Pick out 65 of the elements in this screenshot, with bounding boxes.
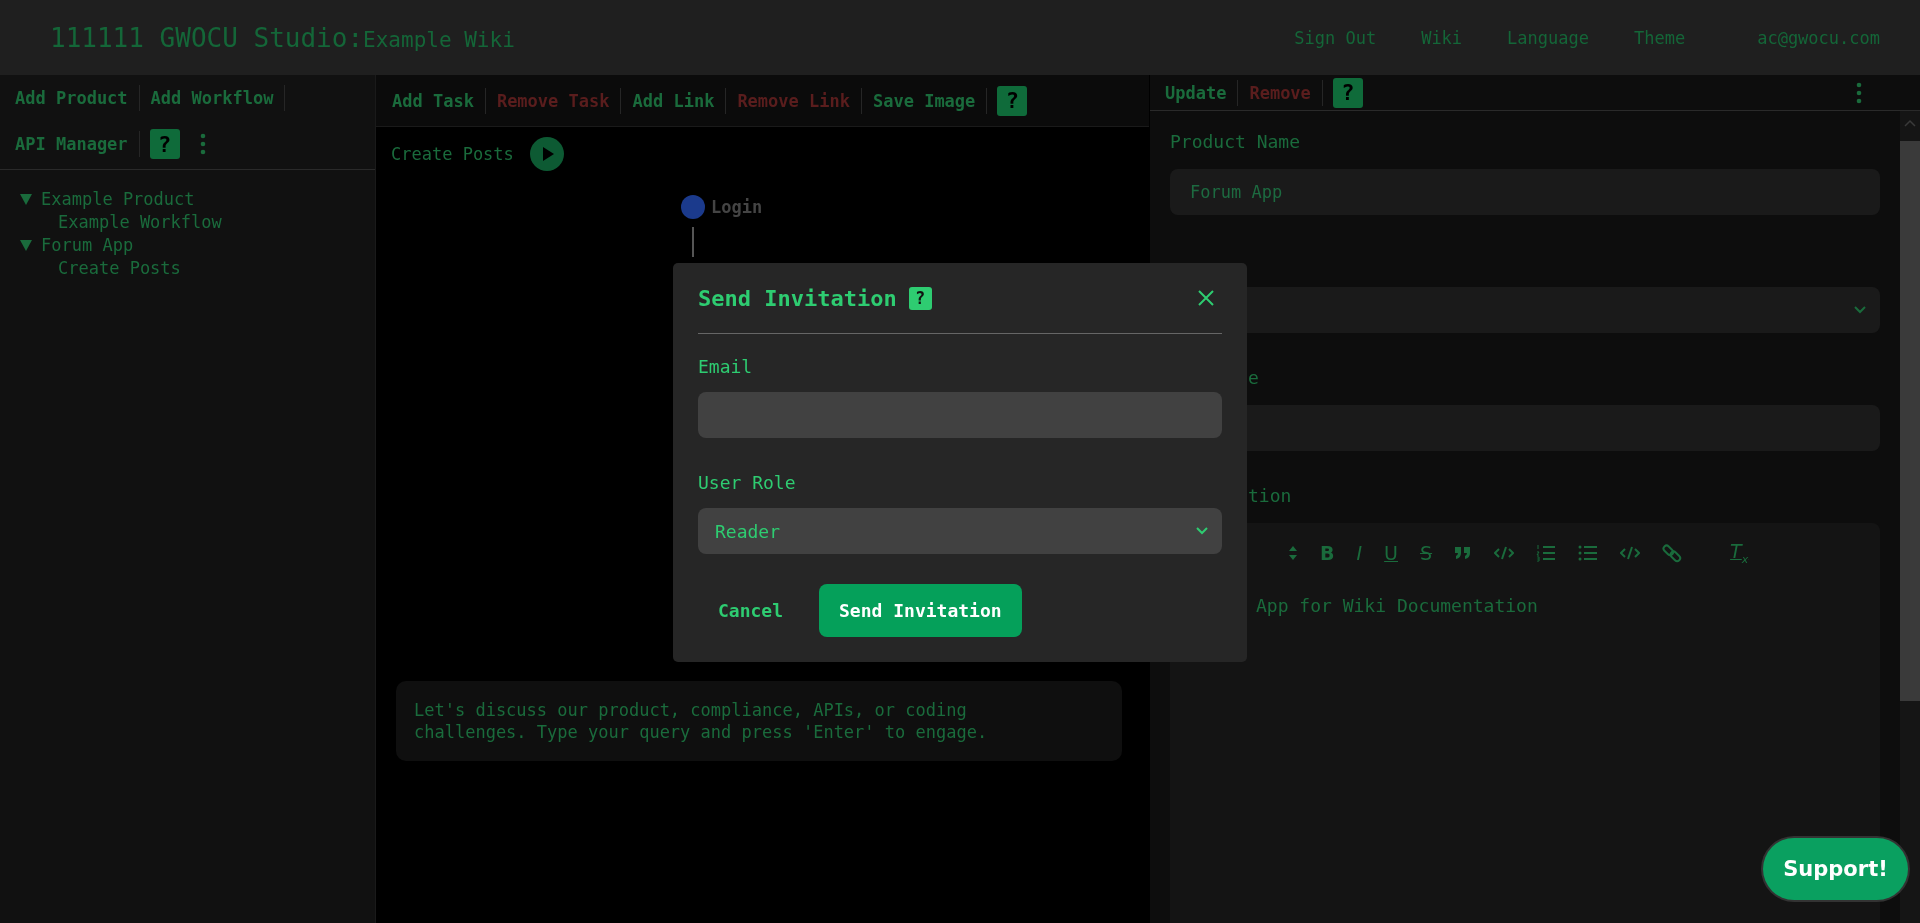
toolbar-button[interactable]: Add Product [4,85,140,111]
format-button[interactable]: B [1320,542,1335,564]
nav-link[interactable]: Language [1507,27,1589,48]
toolbar-button[interactable]: Update [1154,79,1239,106]
nav-link[interactable]: Theme [1634,27,1686,48]
field-label: tion [1247,485,1293,508]
help-button[interactable]: ? [149,129,180,159]
text-field[interactable]: Forum App [1170,169,1880,215]
role-select[interactable]: Reader [698,508,1222,554]
sort-arrows-icon[interactable] [1288,545,1298,561]
format-button[interactable]: T$_{x}$ [1730,540,1749,566]
task-node-icon[interactable] [681,195,705,219]
play-icon[interactable] [529,137,564,171]
toolbar-button[interactable]: Add Task [381,87,486,114]
help-button[interactable]: ? [908,286,932,310]
cancel-button[interactable]: Cancel [698,586,804,635]
help-button[interactable]: ? [1332,77,1363,108]
help-button[interactable]: ? [997,85,1028,116]
link-icon[interactable] [1662,543,1683,563]
field-label: e [1247,367,1260,390]
toolbar-button[interactable]: Remove Link [726,87,862,114]
chat-input[interactable]: Let's discuss our product, compliance, APIs, or coding challenges. Type your query and press 'Enter' to engage. [396,681,1122,761]
expanded-icon [20,240,32,251]
expanded-icon [20,194,32,205]
code-icon[interactable] [1620,546,1641,560]
wiki-name: Example Wiki [363,27,515,52]
quote-icon[interactable] [1454,546,1473,560]
scrollbar[interactable] [1900,111,1920,923]
format-button[interactable]: S [1420,542,1433,564]
support-button[interactable]: Support! [1763,838,1908,900]
task-label: Login [711,197,763,217]
tree-item[interactable]: Forum App [20,234,375,257]
code-icon[interactable] [1494,546,1515,560]
field-label: Email [698,356,754,379]
send-button[interactable]: Send Invitation [819,584,1022,637]
field-label: User Role [698,472,797,495]
toolbar-button[interactable]: Remove [1238,79,1323,106]
scroll-up-icon[interactable] [1904,119,1916,127]
app-title: 111111 GWOCU Studio: [50,22,364,53]
nav-link[interactable]: ac@gwocu.com [1757,27,1880,48]
toolbar-button[interactable]: Add Workflow [139,85,286,111]
chevron-down-icon [1196,527,1208,535]
format-button[interactable]: I [1356,542,1363,564]
tree-item[interactable]: Example Product [20,188,375,211]
numbered-list-icon[interactable] [1536,544,1557,562]
format-button[interactable]: U [1384,542,1398,564]
dialog-title: Send Invitation [698,285,897,311]
toolbar-button[interactable]: Save Image [861,87,988,114]
editor-text: App for Wiki Documentation [1255,594,1539,616]
email-field[interactable] [698,392,1222,438]
nav-link[interactable]: Sign Out [1294,27,1377,48]
tree-item[interactable]: Create Posts [20,257,375,280]
toolbar-button[interactable]: API Manager [4,131,140,157]
chevron-down-icon [1854,306,1866,314]
workflow-title: Create Posts [391,144,514,164]
nav-link[interactable]: Wiki [1421,27,1463,48]
field-label: Product Name [1170,131,1302,154]
toolbar-button[interactable]: Remove Task [485,87,622,114]
bullet-list-icon[interactable] [1578,545,1599,561]
more-icon[interactable] [199,133,206,155]
toolbar-button[interactable]: Add Link [621,87,727,114]
tree-item[interactable]: Example Workflow [20,211,375,234]
close-icon[interactable] [1198,290,1214,306]
more-icon[interactable] [1856,81,1862,104]
scroll-thumb[interactable] [1900,141,1920,701]
